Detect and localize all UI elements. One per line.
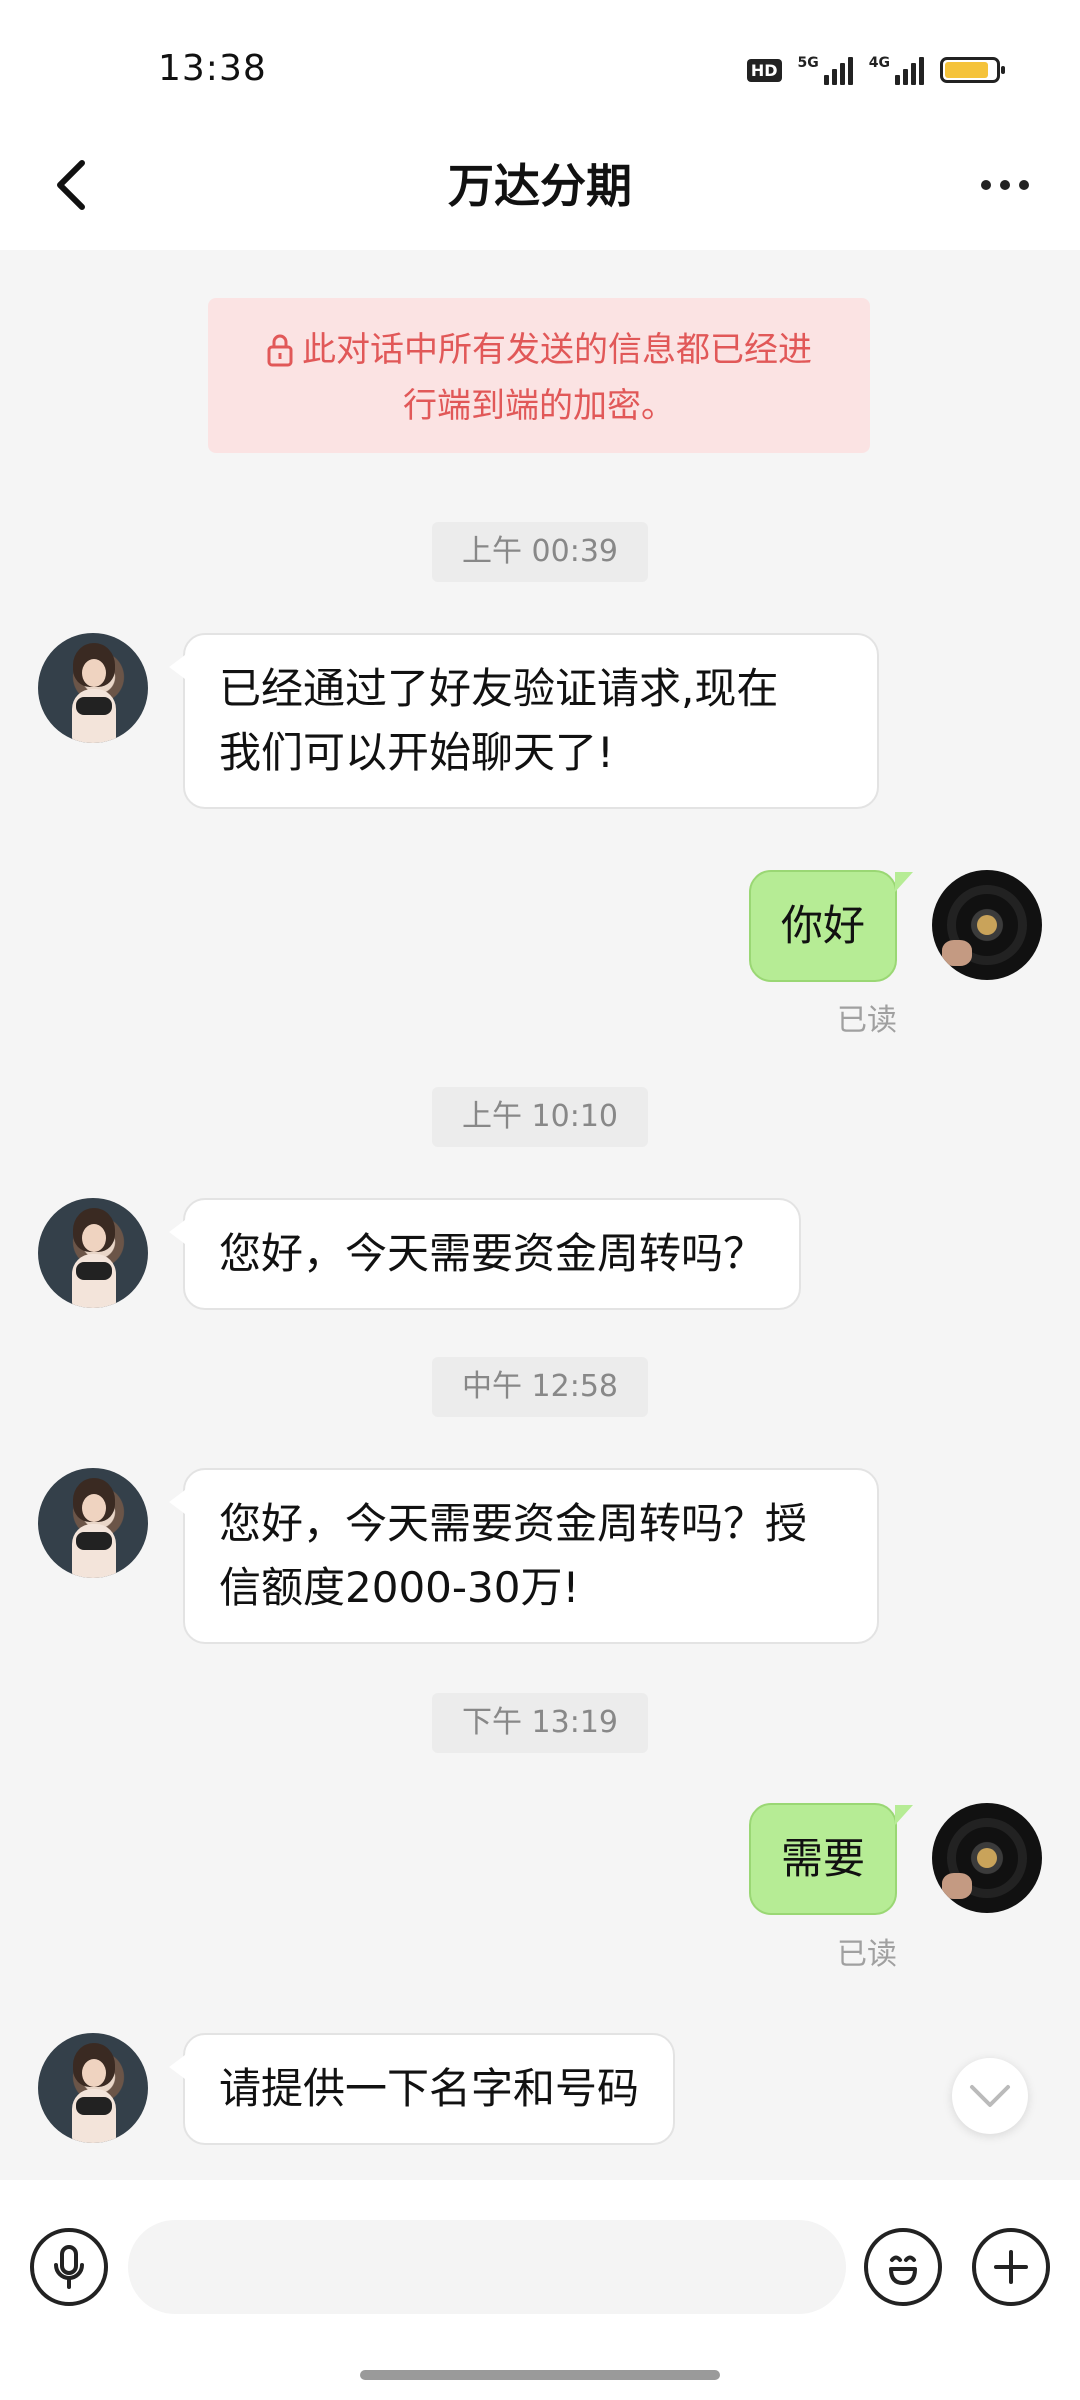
- message-text-line2: 我们可以开始聊天了!: [219, 728, 614, 777]
- sent-message-bubble[interactable]: 需要: [748, 1803, 914, 1915]
- home-indicator: [360, 2370, 720, 2380]
- emoji-button[interactable]: [864, 2228, 942, 2306]
- chat-messages[interactable]: 此对话中所有发送的信息都已经进 行端到端的加密。 上午 00:39 已经通过了好…: [0, 250, 1080, 2180]
- message-text: 请提供一下名字和号码: [219, 2064, 640, 2113]
- message-text-line1: 已经通过了好友验证请求,现在: [219, 664, 779, 713]
- read-status: 已读: [837, 1937, 897, 1972]
- chat-title: 万达分期: [448, 159, 632, 213]
- received-message-bubble[interactable]: 已经通过了好友验证请求,现在 我们可以开始聊天了!: [169, 633, 879, 809]
- signal-5g-icon: 5G: [798, 55, 853, 85]
- status-bar: 13:38 HD 5G 4G: [0, 0, 1080, 120]
- emoji-icon: [889, 2255, 917, 2285]
- microphone-icon: [54, 2245, 84, 2289]
- more-dots-icon: [981, 180, 991, 190]
- chat-header: 万达分期: [0, 120, 1080, 250]
- chevron-down-icon: [970, 2085, 1010, 2107]
- message-text: 需要: [780, 1834, 865, 1883]
- voice-button[interactable]: [30, 2228, 108, 2306]
- contact-avatar[interactable]: [38, 1468, 148, 1578]
- timestamp: 下午 13:19: [432, 1693, 648, 1753]
- battery-icon: [940, 57, 1005, 83]
- more-options-button[interactable]: [970, 160, 1040, 210]
- read-status: 已读: [837, 1003, 897, 1038]
- scroll-to-bottom-button[interactable]: [952, 2058, 1028, 2134]
- net-label-5g: 5G: [797, 55, 819, 71]
- message-text-line2: 信额度2000-30万!: [219, 1563, 580, 1612]
- signal-4g-icon: 4G: [869, 55, 924, 85]
- received-message-bubble[interactable]: 您好，今天需要资金周转吗？: [168, 1198, 802, 1310]
- net-label-4g: 4G: [868, 55, 890, 71]
- message-text: 你好: [780, 901, 865, 950]
- timestamp: 上午 00:39: [432, 522, 648, 582]
- notice-line1: 此对话中所有发送的信息都已经进: [302, 330, 812, 370]
- battery-fill: [945, 62, 988, 78]
- contact-avatar[interactable]: [38, 2033, 148, 2143]
- plus-button[interactable]: [972, 2228, 1050, 2306]
- timestamp: 中午 12:58: [432, 1357, 648, 1417]
- status-time: 13:38: [158, 48, 267, 89]
- user-avatar[interactable]: [932, 870, 1042, 980]
- lock-icon: [266, 331, 294, 381]
- message-input-bar: [0, 2180, 1080, 2400]
- hd-badge: HD: [746, 58, 782, 82]
- user-avatar[interactable]: [932, 1803, 1042, 1913]
- encryption-notice: 此对话中所有发送的信息都已经进 行端到端的加密。: [208, 298, 870, 453]
- message-text-line1: 您好，今天需要资金周转吗？授: [219, 1499, 808, 1548]
- contact-avatar[interactable]: [38, 633, 148, 743]
- message-text: 您好，今天需要资金周转吗？: [219, 1229, 766, 1278]
- received-message-bubble[interactable]: 请提供一下名字和号码: [168, 2033, 676, 2145]
- status-icons: HD 5G 4G: [746, 50, 1005, 90]
- sent-message-bubble[interactable]: 你好: [748, 870, 914, 982]
- received-message-bubble[interactable]: 您好，今天需要资金周转吗？授 信额度2000-30万!: [169, 1468, 879, 1644]
- notice-line2: 行端到端的加密。: [403, 386, 675, 426]
- message-input[interactable]: [128, 2220, 846, 2314]
- timestamp: 上午 10:10: [432, 1087, 648, 1147]
- contact-avatar[interactable]: [38, 1198, 148, 1308]
- plus-icon: [994, 2250, 1028, 2284]
